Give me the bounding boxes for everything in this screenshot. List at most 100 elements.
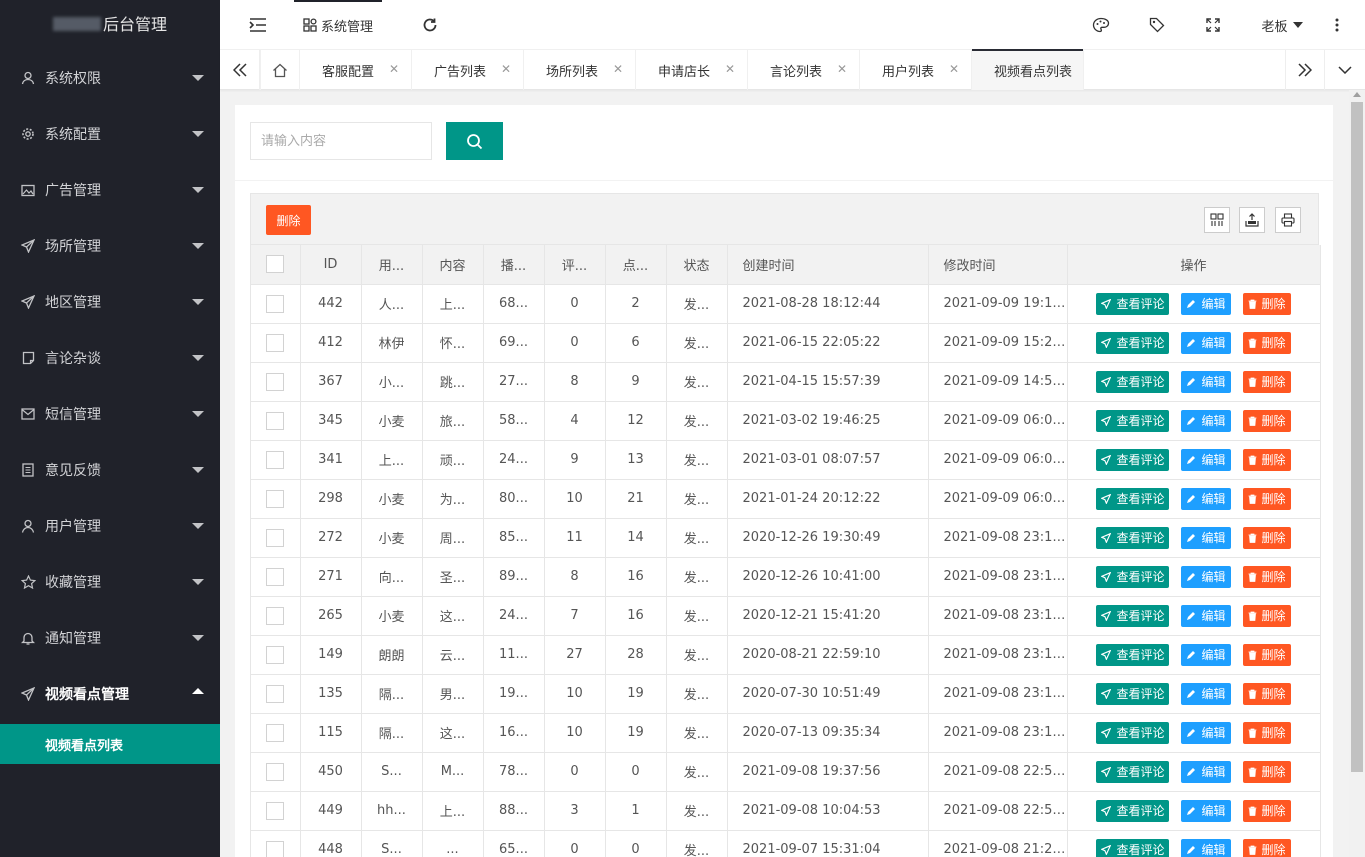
sidebar-item-0[interactable]: 系统权限	[0, 50, 220, 106]
tab-1[interactable]: 广告列表 ✕	[412, 50, 524, 90]
tab-3[interactable]: 申请店长 ✕	[636, 50, 748, 90]
edit-button[interactable]: 编辑	[1181, 487, 1231, 510]
row-checkbox[interactable]	[266, 372, 285, 391]
delete-button[interactable]: 删除	[1242, 448, 1291, 471]
edit-button[interactable]: 编辑	[1181, 565, 1231, 588]
close-icon[interactable]: ✕	[949, 62, 959, 76]
theme-button[interactable]	[1084, 0, 1118, 50]
system-management-button[interactable]: 系统管理	[294, 0, 382, 50]
column-header[interactable]: 内容	[422, 245, 484, 285]
row-checkbox[interactable]	[266, 450, 285, 469]
view-comments-button[interactable]: 查看评论	[1096, 643, 1170, 666]
delete-button[interactable]: 删除	[1242, 370, 1291, 393]
row-checkbox[interactable]	[266, 645, 285, 664]
view-comments-button[interactable]: 查看评论	[1096, 604, 1170, 627]
column-header[interactable]: 创建时间	[727, 245, 929, 285]
search-button[interactable]	[446, 122, 503, 160]
tab-home[interactable]	[260, 50, 300, 90]
column-header[interactable]: 评...	[544, 245, 606, 285]
view-comments-button[interactable]: 查看评论	[1096, 721, 1170, 744]
user-menu[interactable]: 老板	[1254, 0, 1310, 50]
close-icon[interactable]: ✕	[837, 62, 847, 76]
delete-button[interactable]: 删除	[1242, 838, 1291, 857]
tab-4[interactable]: 言论列表 ✕	[748, 50, 860, 90]
note-button[interactable]	[1140, 0, 1174, 50]
delete-button[interactable]: 删除	[1242, 760, 1291, 783]
row-checkbox[interactable]	[266, 762, 285, 781]
collapse-sidebar-button[interactable]	[236, 0, 280, 50]
row-checkbox[interactable]	[266, 411, 285, 430]
edit-button[interactable]: 编辑	[1181, 721, 1231, 744]
column-header[interactable]: 播...	[483, 245, 545, 285]
edit-button[interactable]: 编辑	[1181, 643, 1231, 666]
more-button[interactable]	[1324, 0, 1350, 50]
close-icon[interactable]: ✕	[725, 62, 735, 76]
column-header[interactable]: 状态	[666, 245, 728, 285]
view-comments-button[interactable]: 查看评论	[1096, 526, 1170, 549]
row-checkbox[interactable]	[266, 333, 285, 352]
sidebar-item-4[interactable]: 地区管理	[0, 274, 220, 330]
column-header[interactable]: 点...	[605, 245, 667, 285]
refresh-button[interactable]	[412, 0, 448, 50]
sidebar-item-7[interactable]: 意见反馈	[0, 442, 220, 498]
delete-button[interactable]: 删除	[1242, 799, 1291, 822]
print-button[interactable]	[1275, 207, 1301, 233]
view-comments-button[interactable]: 查看评论	[1096, 487, 1170, 510]
row-checkbox[interactable]	[266, 684, 285, 703]
view-comments-button[interactable]: 查看评论	[1096, 292, 1170, 315]
delete-button[interactable]: 删除	[1242, 643, 1291, 666]
view-comments-button[interactable]: 查看评论	[1096, 799, 1170, 822]
row-checkbox[interactable]	[266, 294, 285, 313]
fullscreen-button[interactable]	[1196, 0, 1230, 50]
sidebar-item-5[interactable]: 言论杂谈	[0, 330, 220, 386]
edit-button[interactable]: 编辑	[1181, 448, 1231, 471]
batch-delete-button[interactable]: 删除	[266, 205, 311, 235]
row-checkbox[interactable]	[266, 606, 285, 625]
view-comments-button[interactable]: 查看评论	[1096, 682, 1170, 705]
column-header[interactable]: 修改时间	[928, 245, 1068, 285]
edit-button[interactable]: 编辑	[1181, 331, 1231, 354]
edit-button[interactable]: 编辑	[1181, 292, 1231, 315]
view-comments-button[interactable]: 查看评论	[1096, 838, 1170, 857]
delete-button[interactable]: 删除	[1242, 409, 1291, 432]
column-header[interactable]: 操作	[1067, 245, 1321, 285]
delete-button[interactable]: 删除	[1242, 292, 1291, 315]
edit-button[interactable]: 编辑	[1181, 370, 1231, 393]
close-icon[interactable]: ✕	[1061, 62, 1071, 76]
edit-button[interactable]: 编辑	[1181, 682, 1231, 705]
column-header[interactable]: ID	[300, 245, 362, 285]
delete-button[interactable]: 删除	[1242, 331, 1291, 354]
edit-button[interactable]: 编辑	[1181, 526, 1231, 549]
view-comments-button[interactable]: 查看评论	[1096, 448, 1170, 471]
delete-button[interactable]: 删除	[1242, 721, 1291, 744]
view-comments-button[interactable]: 查看评论	[1096, 331, 1170, 354]
sidebar-item-10[interactable]: 通知管理	[0, 610, 220, 666]
sidebar-item-2[interactable]: 广告管理	[0, 162, 220, 218]
edit-button[interactable]: 编辑	[1181, 838, 1231, 857]
column-filter-button[interactable]	[1204, 207, 1230, 233]
tabs-scroll-left-button[interactable]	[220, 50, 260, 90]
search-input[interactable]	[250, 122, 432, 160]
row-checkbox[interactable]	[266, 723, 285, 742]
sidebar-subitem-video-list[interactable]: 视频看点列表	[0, 724, 220, 764]
row-checkbox[interactable]	[266, 567, 285, 586]
delete-button[interactable]: 删除	[1242, 526, 1291, 549]
close-icon[interactable]: ✕	[613, 62, 623, 76]
view-comments-button[interactable]: 查看评论	[1096, 565, 1170, 588]
tab-0[interactable]: 客服配置 ✕	[300, 50, 412, 90]
view-comments-button[interactable]: 查看评论	[1096, 760, 1170, 783]
delete-button[interactable]: 删除	[1242, 682, 1291, 705]
sidebar-item-9[interactable]: 收藏管理	[0, 554, 220, 610]
edit-button[interactable]: 编辑	[1181, 409, 1231, 432]
edit-button[interactable]: 编辑	[1181, 760, 1231, 783]
column-header[interactable]: 用...	[361, 245, 423, 285]
tab-2[interactable]: 场所列表 ✕	[524, 50, 636, 90]
export-button[interactable]	[1239, 207, 1265, 233]
row-checkbox[interactable]	[266, 801, 285, 820]
tab-6[interactable]: 视频看点列表 ✕	[972, 49, 1084, 90]
view-comments-button[interactable]: 查看评论	[1096, 409, 1170, 432]
tabs-scroll-right-button[interactable]	[1285, 50, 1325, 90]
select-all-checkbox[interactable]	[266, 255, 285, 274]
delete-button[interactable]: 删除	[1242, 487, 1291, 510]
sidebar-item-1[interactable]: 系统配置	[0, 106, 220, 162]
